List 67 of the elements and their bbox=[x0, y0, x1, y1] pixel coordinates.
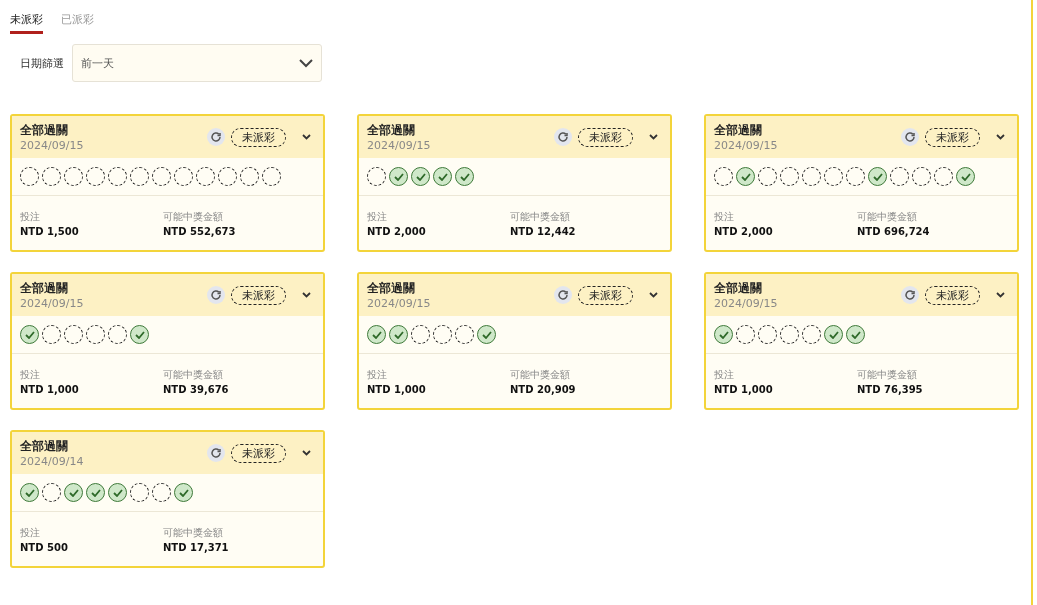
payout-label: 可能中獎金額 bbox=[510, 368, 571, 382]
payout-value: NTD 39,676 bbox=[163, 384, 230, 395]
stake-value: NTD 2,000 bbox=[367, 226, 427, 237]
refresh-icon bbox=[557, 131, 569, 143]
bet-date: 2024/09/14 bbox=[20, 455, 84, 468]
refresh-button[interactable] bbox=[901, 286, 919, 304]
stake-label: 投注 bbox=[367, 210, 388, 224]
payout-label: 可能中獎金額 bbox=[163, 526, 224, 540]
payout-value: NTD 17,371 bbox=[163, 542, 230, 553]
stake-value: NTD 1,000 bbox=[20, 384, 80, 395]
filter-label: 日期篩選 bbox=[20, 55, 64, 71]
bet-title: 全部過關 bbox=[367, 122, 416, 139]
stake-value: NTD 2,000 bbox=[714, 226, 774, 237]
refresh-button[interactable] bbox=[207, 286, 225, 304]
payout-label: 可能中獎金額 bbox=[163, 368, 224, 382]
refresh-button[interactable] bbox=[554, 286, 572, 304]
payout-label: 可能中獎金額 bbox=[857, 210, 918, 224]
chevron-down-icon bbox=[649, 292, 658, 298]
refresh-icon bbox=[904, 289, 916, 301]
refresh-icon bbox=[210, 289, 222, 301]
refresh-icon bbox=[210, 131, 222, 143]
stake-value: NTD 500 bbox=[20, 542, 69, 553]
bet-title: 全部過關 bbox=[714, 280, 763, 297]
stake-label: 投注 bbox=[20, 210, 41, 224]
refresh-button[interactable] bbox=[901, 128, 919, 146]
payout-label: 可能中獎金額 bbox=[163, 210, 224, 224]
payout-value: NTD 12,442 bbox=[510, 226, 577, 237]
bet-title: 全部過關 bbox=[714, 122, 763, 139]
payout-value: NTD 76,395 bbox=[857, 384, 924, 395]
refresh-button[interactable] bbox=[207, 444, 225, 462]
refresh-button[interactable] bbox=[554, 128, 572, 146]
date-select[interactable]: 前一天 bbox=[72, 44, 322, 82]
refresh-button[interactable] bbox=[207, 128, 225, 146]
bet-date: 2024/09/15 bbox=[367, 297, 431, 310]
stake-label: 投注 bbox=[20, 368, 41, 382]
payout-label: 可能中獎金額 bbox=[510, 210, 571, 224]
chevron-down-icon bbox=[996, 134, 1005, 140]
stake-label: 投注 bbox=[20, 526, 41, 540]
chevron-down-icon bbox=[302, 292, 311, 298]
bet-date: 2024/09/15 bbox=[20, 139, 84, 152]
payout-value: NTD 696,724 bbox=[857, 226, 931, 237]
refresh-icon bbox=[557, 289, 569, 301]
payout-value: NTD 20,909 bbox=[510, 384, 577, 395]
chevron-down-icon bbox=[302, 450, 311, 456]
stake-label: 投注 bbox=[714, 368, 735, 382]
stake-label: 投注 bbox=[367, 368, 388, 382]
bet-title: 全部過關 bbox=[20, 280, 69, 297]
bet-date: 2024/09/15 bbox=[714, 297, 778, 310]
bet-title: 全部過關 bbox=[367, 280, 416, 297]
payout-label: 可能中獎金額 bbox=[857, 368, 918, 382]
bet-date: 2024/09/15 bbox=[20, 297, 84, 310]
stake-value: NTD 1,500 bbox=[20, 226, 80, 237]
bet-title: 全部過關 bbox=[20, 438, 69, 455]
refresh-icon bbox=[904, 131, 916, 143]
tab[interactable]: 未派彩 bbox=[10, 12, 43, 34]
stake-value: NTD 1,000 bbox=[714, 384, 774, 395]
bet-date: 2024/09/15 bbox=[367, 139, 431, 152]
chevron-down-icon bbox=[996, 292, 1005, 298]
refresh-icon bbox=[210, 447, 222, 459]
chevron-down-icon bbox=[299, 58, 313, 68]
stake-label: 投注 bbox=[714, 210, 735, 224]
bet-date: 2024/09/15 bbox=[714, 139, 778, 152]
bet-title: 全部過關 bbox=[20, 122, 69, 139]
chevron-down-icon bbox=[302, 134, 311, 140]
stake-value: NTD 1,000 bbox=[367, 384, 427, 395]
payout-value: NTD 552,673 bbox=[163, 226, 237, 237]
chevron-down-icon bbox=[649, 134, 658, 140]
